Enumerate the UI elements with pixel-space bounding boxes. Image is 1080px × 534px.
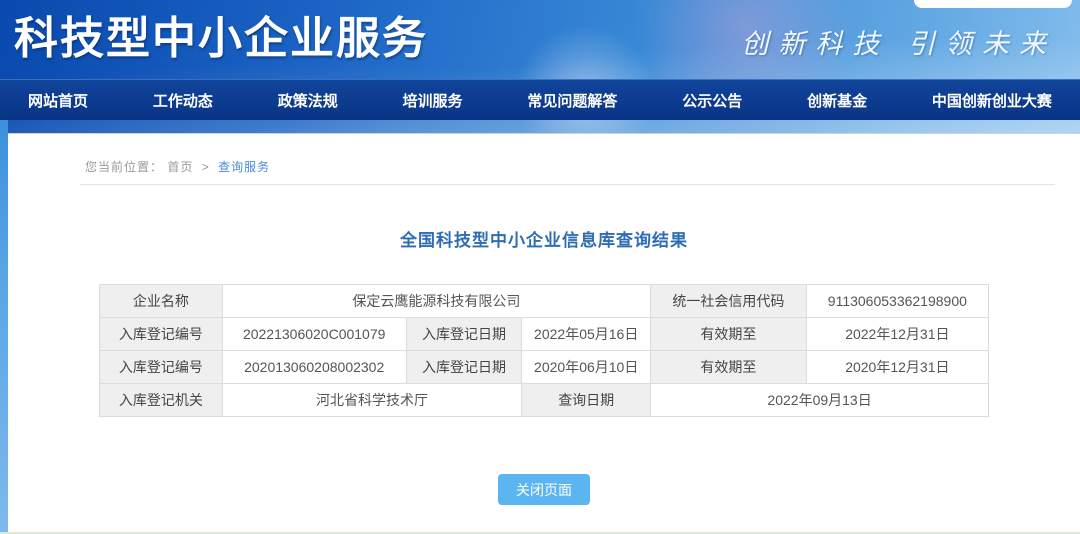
field-value-registration-authority: 河北省科学技术厅 [222,384,522,417]
breadcrumb-separator: > [202,160,210,174]
field-value-company-name: 保定云鹰能源科技有限公司 [222,285,650,318]
page: 科技型中小企业服务 创新科技 引领未来 网站首页 工作动态 政策法规 培训服务 … [0,0,1080,534]
field-label-registration-no: 入库登记编号 [100,351,223,384]
result-table: 企业名称 保定云鹰能源科技有限公司 统一社会信用代码 9113060533621… [99,284,989,417]
nav-item-faq[interactable]: 常见问题解答 [509,90,635,111]
main-navigation: 网站首页 工作动态 政策法规 培训服务 常见问题解答 公示公告 创新基金 中国创… [0,79,1080,120]
table-row: 企业名称 保定云鹰能源科技有限公司 统一社会信用代码 9113060533621… [100,285,989,318]
field-label-query-date: 查询日期 [522,384,651,417]
field-label-company-name: 企业名称 [100,285,223,318]
field-label-registration-date: 入库登记日期 [406,318,522,351]
nav-item-policies[interactable]: 政策法规 [260,90,356,111]
field-label-credit-code: 统一社会信用代码 [651,285,807,318]
breadcrumb: 您当前位置： 首页 > 查询服务 [85,158,270,175]
breadcrumb-home-link[interactable]: 首页 [167,160,193,174]
field-value-registration-no: 202013060208002302 [222,351,406,384]
field-label-valid-until: 有效期至 [651,351,807,384]
table-row: 入库登记机关 河北省科学技术厅 查询日期 2022年09月13日 [100,384,989,417]
field-label-registration-authority: 入库登记机关 [100,384,223,417]
field-label-registration-date: 入库登记日期 [406,351,522,384]
breadcrumb-current-link[interactable]: 查询服务 [218,160,270,174]
banner-slogan: 创新科技 引领未来 [741,22,1056,61]
nav-item-innovation-fund[interactable]: 创新基金 [789,90,885,111]
nav-item-training[interactable]: 培训服务 [385,90,481,111]
top-right-search-tab [914,0,1072,8]
nav-item-home[interactable]: 网站首页 [10,90,106,111]
breadcrumb-divider [80,184,1055,185]
field-value-query-date: 2022年09月13日 [651,384,989,417]
field-label-valid-until: 有效期至 [651,318,807,351]
button-row: 关闭页面 [8,474,1080,505]
field-value-registration-date: 2020年06月10日 [522,351,651,384]
field-label-registration-no: 入库登记编号 [100,318,223,351]
result-table-wrapper: 企业名称 保定云鹰能源科技有限公司 统一社会信用代码 9113060533621… [8,284,1080,417]
close-page-button[interactable]: 关闭页面 [498,474,590,505]
field-value-registration-no: 20221306020C001079 [222,318,406,351]
field-value-valid-until: 2020年12月31日 [806,351,988,384]
field-value-registration-date: 2022年05月16日 [522,318,651,351]
site-title: 科技型中小企业服务 [14,2,428,66]
table-row: 入库登记编号 202013060208002302 入库登记日期 2020年06… [100,351,989,384]
field-value-valid-until: 2022年12月31日 [806,318,988,351]
left-edge-strip [0,120,8,532]
table-row: 入库登记编号 20221306020C001079 入库登记日期 2022年05… [100,318,989,351]
page-title: 全国科技型中小企业信息库查询结果 [8,226,1080,251]
nav-item-innovation-contest[interactable]: 中国创新创业大赛 [914,90,1070,111]
field-value-credit-code: 911306053362198900 [806,285,988,318]
content-panel: 您当前位置： 首页 > 查询服务 全国科技型中小企业信息库查询结果 企业名称 保… [8,133,1080,530]
nav-item-work-news[interactable]: 工作动态 [135,90,231,111]
breadcrumb-prefix: 您当前位置： [85,160,163,174]
nav-item-announcements[interactable]: 公示公告 [664,90,760,111]
